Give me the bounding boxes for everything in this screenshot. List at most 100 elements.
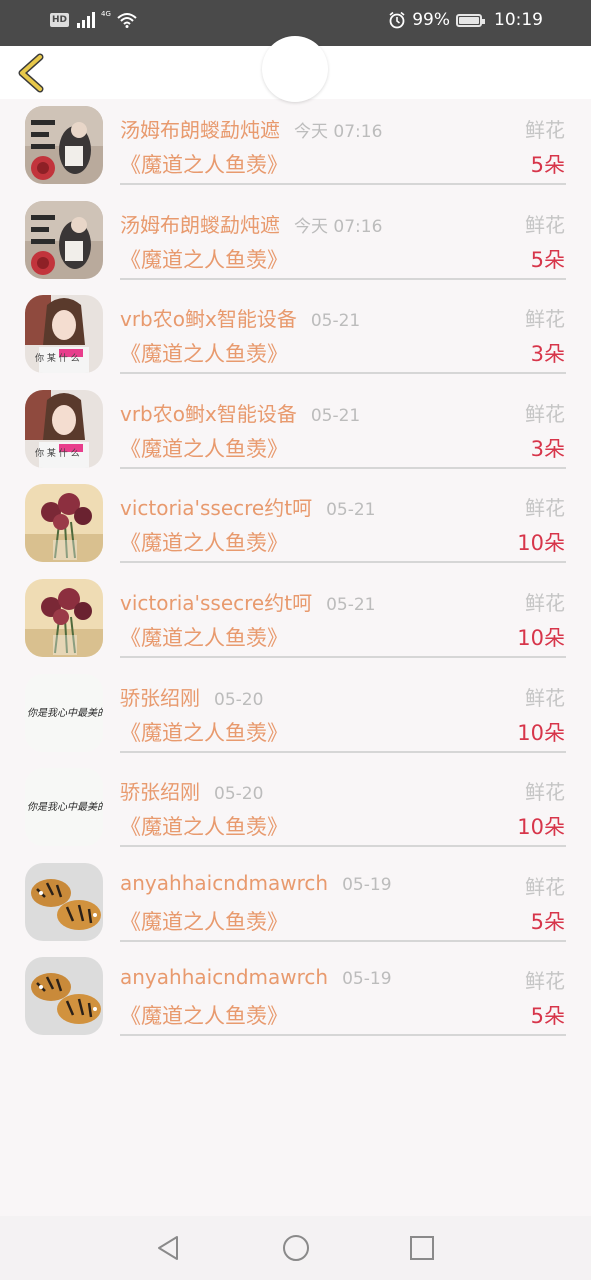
svg-text:你是我心中最美的风景: 你是我心中最美的风景 bbox=[27, 801, 103, 813]
book-title[interactable]: 《魔道之人鱼羡》 bbox=[120, 244, 288, 274]
gift-type: 鲜花 bbox=[525, 780, 565, 805]
nav-back-button[interactable] bbox=[155, 1234, 183, 1262]
sender-name: anyahhaicndmawrch 05-19 bbox=[120, 871, 392, 895]
svg-text:你 某 什 么: 你 某 什 么 bbox=[35, 352, 80, 364]
svg-text:你 某 什 么: 你 某 什 么 bbox=[35, 447, 80, 459]
list-item[interactable]: victoria'ssecre约t呵 05-21 鲜花 《魔道之人鱼羡》 10朵 bbox=[0, 572, 591, 667]
timestamp: 今天 07:16 bbox=[294, 216, 383, 237]
battery-icon bbox=[456, 13, 485, 27]
book-title[interactable]: 《魔道之人鱼羡》 bbox=[120, 1000, 288, 1030]
list-item[interactable]: 汤姆布朗蝬勐炖遮 今天 07:16 鲜花 《魔道之人鱼羡》 5朵 bbox=[0, 194, 591, 289]
list-item[interactable]: 你 某 什 么 vrb农o鲥x智能设备 05-21 鲜花 《魔道之人鱼羡》 3朵 bbox=[0, 383, 591, 478]
avatar-image: 你是我心中最美的风景 bbox=[25, 768, 103, 847]
gift-amount: 10朵 bbox=[517, 625, 565, 650]
gift-amount: 5朵 bbox=[530, 1004, 565, 1029]
sender-name: victoria'ssecre约t呵 05-21 bbox=[120, 587, 375, 616]
gift-type: 鲜花 bbox=[525, 401, 565, 426]
avatar-image bbox=[25, 957, 103, 1036]
timestamp: 05-19 bbox=[342, 969, 392, 990]
nav-home-button[interactable] bbox=[282, 1234, 310, 1262]
gift-type: 鲜花 bbox=[525, 969, 565, 994]
avatar-image bbox=[25, 200, 103, 279]
gift-amount: 5朵 bbox=[530, 909, 565, 934]
list-item[interactable]: 你 某 什 么 vrb农o鲥x智能设备 05-21 鲜花 《魔道之人鱼羡》 3朵 bbox=[0, 288, 591, 383]
divider bbox=[120, 561, 566, 564]
avatar-image bbox=[25, 106, 103, 184]
wifi-icon bbox=[117, 13, 137, 28]
avatar[interactable] bbox=[25, 862, 103, 941]
timestamp: 05-19 bbox=[342, 874, 392, 895]
gift-type: 鲜花 bbox=[525, 307, 565, 332]
divider bbox=[120, 845, 566, 848]
book-title[interactable]: 《魔道之人鱼羡》 bbox=[120, 906, 288, 936]
back-triangle-icon bbox=[158, 1236, 178, 1260]
user-avatar[interactable] bbox=[262, 36, 328, 102]
book-title[interactable]: 《魔道之人鱼羡》 bbox=[120, 717, 288, 747]
list-item[interactable]: 你是我心中最美的风景 骄张绍刚 05-20 鲜花 《魔道之人鱼羡》 10朵 bbox=[0, 667, 591, 762]
gift-type: 鲜花 bbox=[525, 874, 565, 899]
avatar-image: 你 某 什 么 bbox=[25, 295, 103, 374]
sender-name-text: 骄张绍刚 bbox=[120, 780, 200, 805]
battery-fill bbox=[459, 16, 479, 24]
avatar[interactable]: 你是我心中最美的风景 bbox=[25, 673, 103, 752]
divider bbox=[120, 372, 566, 375]
clock: 10:19 bbox=[494, 10, 543, 30]
avatar-image bbox=[25, 862, 103, 941]
gift-amount: 10朵 bbox=[517, 531, 565, 556]
avatar-image bbox=[25, 578, 103, 657]
avatar-image bbox=[25, 484, 103, 563]
list-item[interactable]: anyahhaicndmawrch 05-19 鲜花 《魔道之人鱼羡》 5朵 bbox=[0, 856, 591, 951]
sender-name-text: anyahhaicndmawrch bbox=[120, 870, 329, 895]
sender-name: 汤姆布朗蝬勐炖遮 今天 07:16 bbox=[120, 209, 382, 238]
timestamp: 05-21 bbox=[310, 405, 361, 426]
avatar[interactable] bbox=[25, 484, 103, 563]
avatar[interactable] bbox=[25, 200, 103, 279]
book-title[interactable]: 《魔道之人鱼羡》 bbox=[120, 622, 288, 652]
book-title[interactable]: 《魔道之人鱼羡》 bbox=[120, 811, 288, 841]
sender-name-text: victoria'ssecre约t呵 bbox=[120, 590, 313, 615]
list-item[interactable]: victoria'ssecre约t呵 05-21 鲜花 《魔道之人鱼羡》 10朵 bbox=[0, 477, 591, 572]
book-title[interactable]: 《魔道之人鱼羡》 bbox=[120, 149, 288, 179]
avatar[interactable]: 你 某 什 么 bbox=[25, 389, 103, 468]
list-item[interactable]: anyahhaicndmawrch 05-19 鲜花 《魔道之人鱼羡》 5朵 bbox=[0, 950, 591, 1045]
gift-type: 鲜花 bbox=[525, 685, 565, 710]
gift-amount: 3朵 bbox=[530, 436, 565, 461]
list-item[interactable]: 汤姆布朗蝬勐炖遮 今天 07:16 鲜花 《魔道之人鱼羡》 5朵 bbox=[0, 99, 591, 194]
divider bbox=[120, 183, 566, 185]
timestamp: 05-21 bbox=[326, 500, 376, 521]
network-type: 4G bbox=[101, 10, 111, 18]
gift-amount: 10朵 bbox=[517, 815, 565, 840]
sender-name-text: victoria'ssecre约t呵 bbox=[120, 496, 313, 521]
chevron-left-icon bbox=[18, 53, 44, 93]
divider bbox=[120, 939, 566, 942]
list-item[interactable]: 你是我心中最美的风景 骄张绍刚 05-20 鲜花 《魔道之人鱼羡》 10朵 bbox=[0, 761, 591, 856]
home-circle-icon bbox=[283, 1235, 309, 1261]
timestamp: 05-20 bbox=[214, 784, 264, 805]
sender-name: 骄张绍刚 05-20 bbox=[120, 682, 263, 711]
sender-name: 骄张绍刚 05-20 bbox=[120, 776, 263, 805]
avatar[interactable]: 你是我心中最美的风景 bbox=[25, 768, 103, 847]
avatar[interactable]: 你 某 什 么 bbox=[25, 295, 103, 374]
svg-text:你是我心中最美的风景: 你是我心中最美的风景 bbox=[27, 707, 103, 719]
back-button[interactable] bbox=[14, 53, 50, 93]
sender-name-text: 汤姆布朗蝬勐炖遮 bbox=[120, 212, 280, 237]
book-title[interactable]: 《魔道之人鱼羡》 bbox=[120, 433, 288, 463]
sender-name-text: vrb农o鲥x智能设备 bbox=[120, 307, 297, 332]
gift-type: 鲜花 bbox=[525, 496, 565, 521]
divider bbox=[120, 277, 566, 280]
avatar[interactable] bbox=[25, 578, 103, 657]
alarm-icon bbox=[389, 11, 405, 29]
book-title[interactable]: 《魔道之人鱼羡》 bbox=[120, 527, 288, 557]
gift-amount: 10朵 bbox=[517, 720, 565, 745]
sender-name: 汤姆布朗蝬勐炖遮 今天 07:16 bbox=[120, 114, 382, 143]
nav-recents-button[interactable] bbox=[408, 1234, 436, 1262]
sender-name-text: 汤姆布朗蝬勐炖遮 bbox=[120, 118, 280, 142]
sender-name: victoria'ssecre约t呵 05-21 bbox=[120, 492, 375, 521]
avatar[interactable] bbox=[25, 106, 103, 184]
gift-record-list: 汤姆布朗蝬勐炖遮 今天 07:16 鲜花 《魔道之人鱼羡》 5朵 汤姆布朗蝬勐炖遮… bbox=[0, 99, 591, 1045]
timestamp: 05-21 bbox=[326, 594, 376, 615]
avatar[interactable] bbox=[25, 957, 103, 1036]
sender-name-text: 骄张绍刚 bbox=[120, 685, 200, 710]
book-title[interactable]: 《魔道之人鱼羡》 bbox=[120, 338, 288, 368]
hd-badge: HD bbox=[50, 13, 70, 27]
